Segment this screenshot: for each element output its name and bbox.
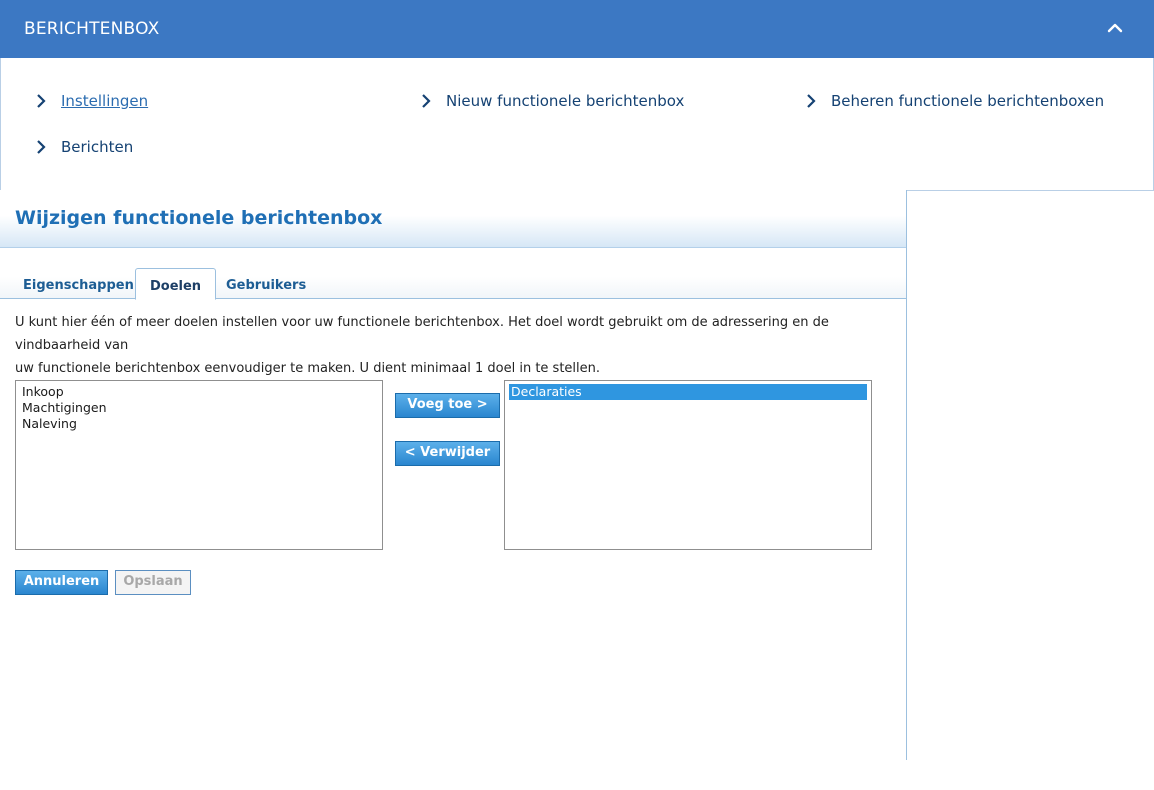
- add-button[interactable]: Voeg toe >: [395, 393, 500, 418]
- nav-link-label: Beheren functionele berichtenboxen: [831, 92, 1105, 110]
- tab-eigenschappen[interactable]: Eigenschappen: [15, 268, 142, 298]
- list-option[interactable]: Inkoop: [20, 384, 378, 400]
- berichtenbox-header: BERICHTENBOX: [0, 0, 1154, 58]
- tab-bar: Eigenschappen Doelen Gebruikers: [0, 268, 906, 300]
- tab-gebruikers[interactable]: Gebruikers: [218, 268, 314, 298]
- chevron-right-icon: [37, 94, 46, 108]
- nav-link-label: Nieuw functionele berichtenbox: [446, 92, 685, 110]
- chevron-right-icon: [37, 140, 46, 154]
- intro-text: U kunt hier één of meer doelen instellen…: [15, 311, 910, 380]
- intro-line-1: U kunt hier één of meer doelen instellen…: [15, 315, 829, 353]
- main-content: Wijzigen functionele berichtenbox Eigens…: [0, 190, 907, 760]
- header-title: BERICHTENBOX: [24, 19, 160, 39]
- available-doelen-list[interactable]: Inkoop Machtigingen Naleving: [15, 380, 383, 550]
- selected-doelen-list[interactable]: Declaraties: [504, 380, 872, 550]
- nav-link-instellingen[interactable]: Instellingen: [35, 92, 148, 110]
- list-option[interactable]: Naleving: [20, 416, 378, 432]
- page-title: Wijzigen functionele berichtenbox: [15, 207, 383, 229]
- list-option[interactable]: Machtigingen: [20, 400, 378, 416]
- save-button[interactable]: Opslaan: [115, 570, 191, 595]
- nav-link-nieuw-functionele-berichtenbox[interactable]: Nieuw functionele berichtenbox: [420, 92, 684, 110]
- list-option[interactable]: Declaraties: [509, 384, 867, 400]
- nav-panel: Instellingen Nieuw functionele berichten…: [0, 58, 1154, 191]
- nav-link-label: Instellingen: [61, 92, 149, 110]
- page-header: Wijzigen functionele berichtenbox: [0, 190, 906, 248]
- chevron-right-icon: [422, 94, 431, 108]
- nav-link-beheren-functionele-berichtenboxen[interactable]: Beheren functionele berichtenboxen: [805, 92, 1104, 110]
- chevron-up-icon[interactable]: [1104, 17, 1126, 39]
- cancel-button[interactable]: Annuleren: [15, 570, 108, 595]
- intro-line-2: uw functionele berichtenbox eenvoudiger …: [15, 361, 601, 376]
- tab-doelen[interactable]: Doelen: [135, 268, 217, 300]
- chevron-right-icon: [807, 94, 816, 108]
- nav-link-label: Berichten: [61, 138, 134, 156]
- remove-button[interactable]: < Verwijder: [395, 441, 500, 466]
- nav-link-berichten[interactable]: Berichten: [35, 138, 133, 156]
